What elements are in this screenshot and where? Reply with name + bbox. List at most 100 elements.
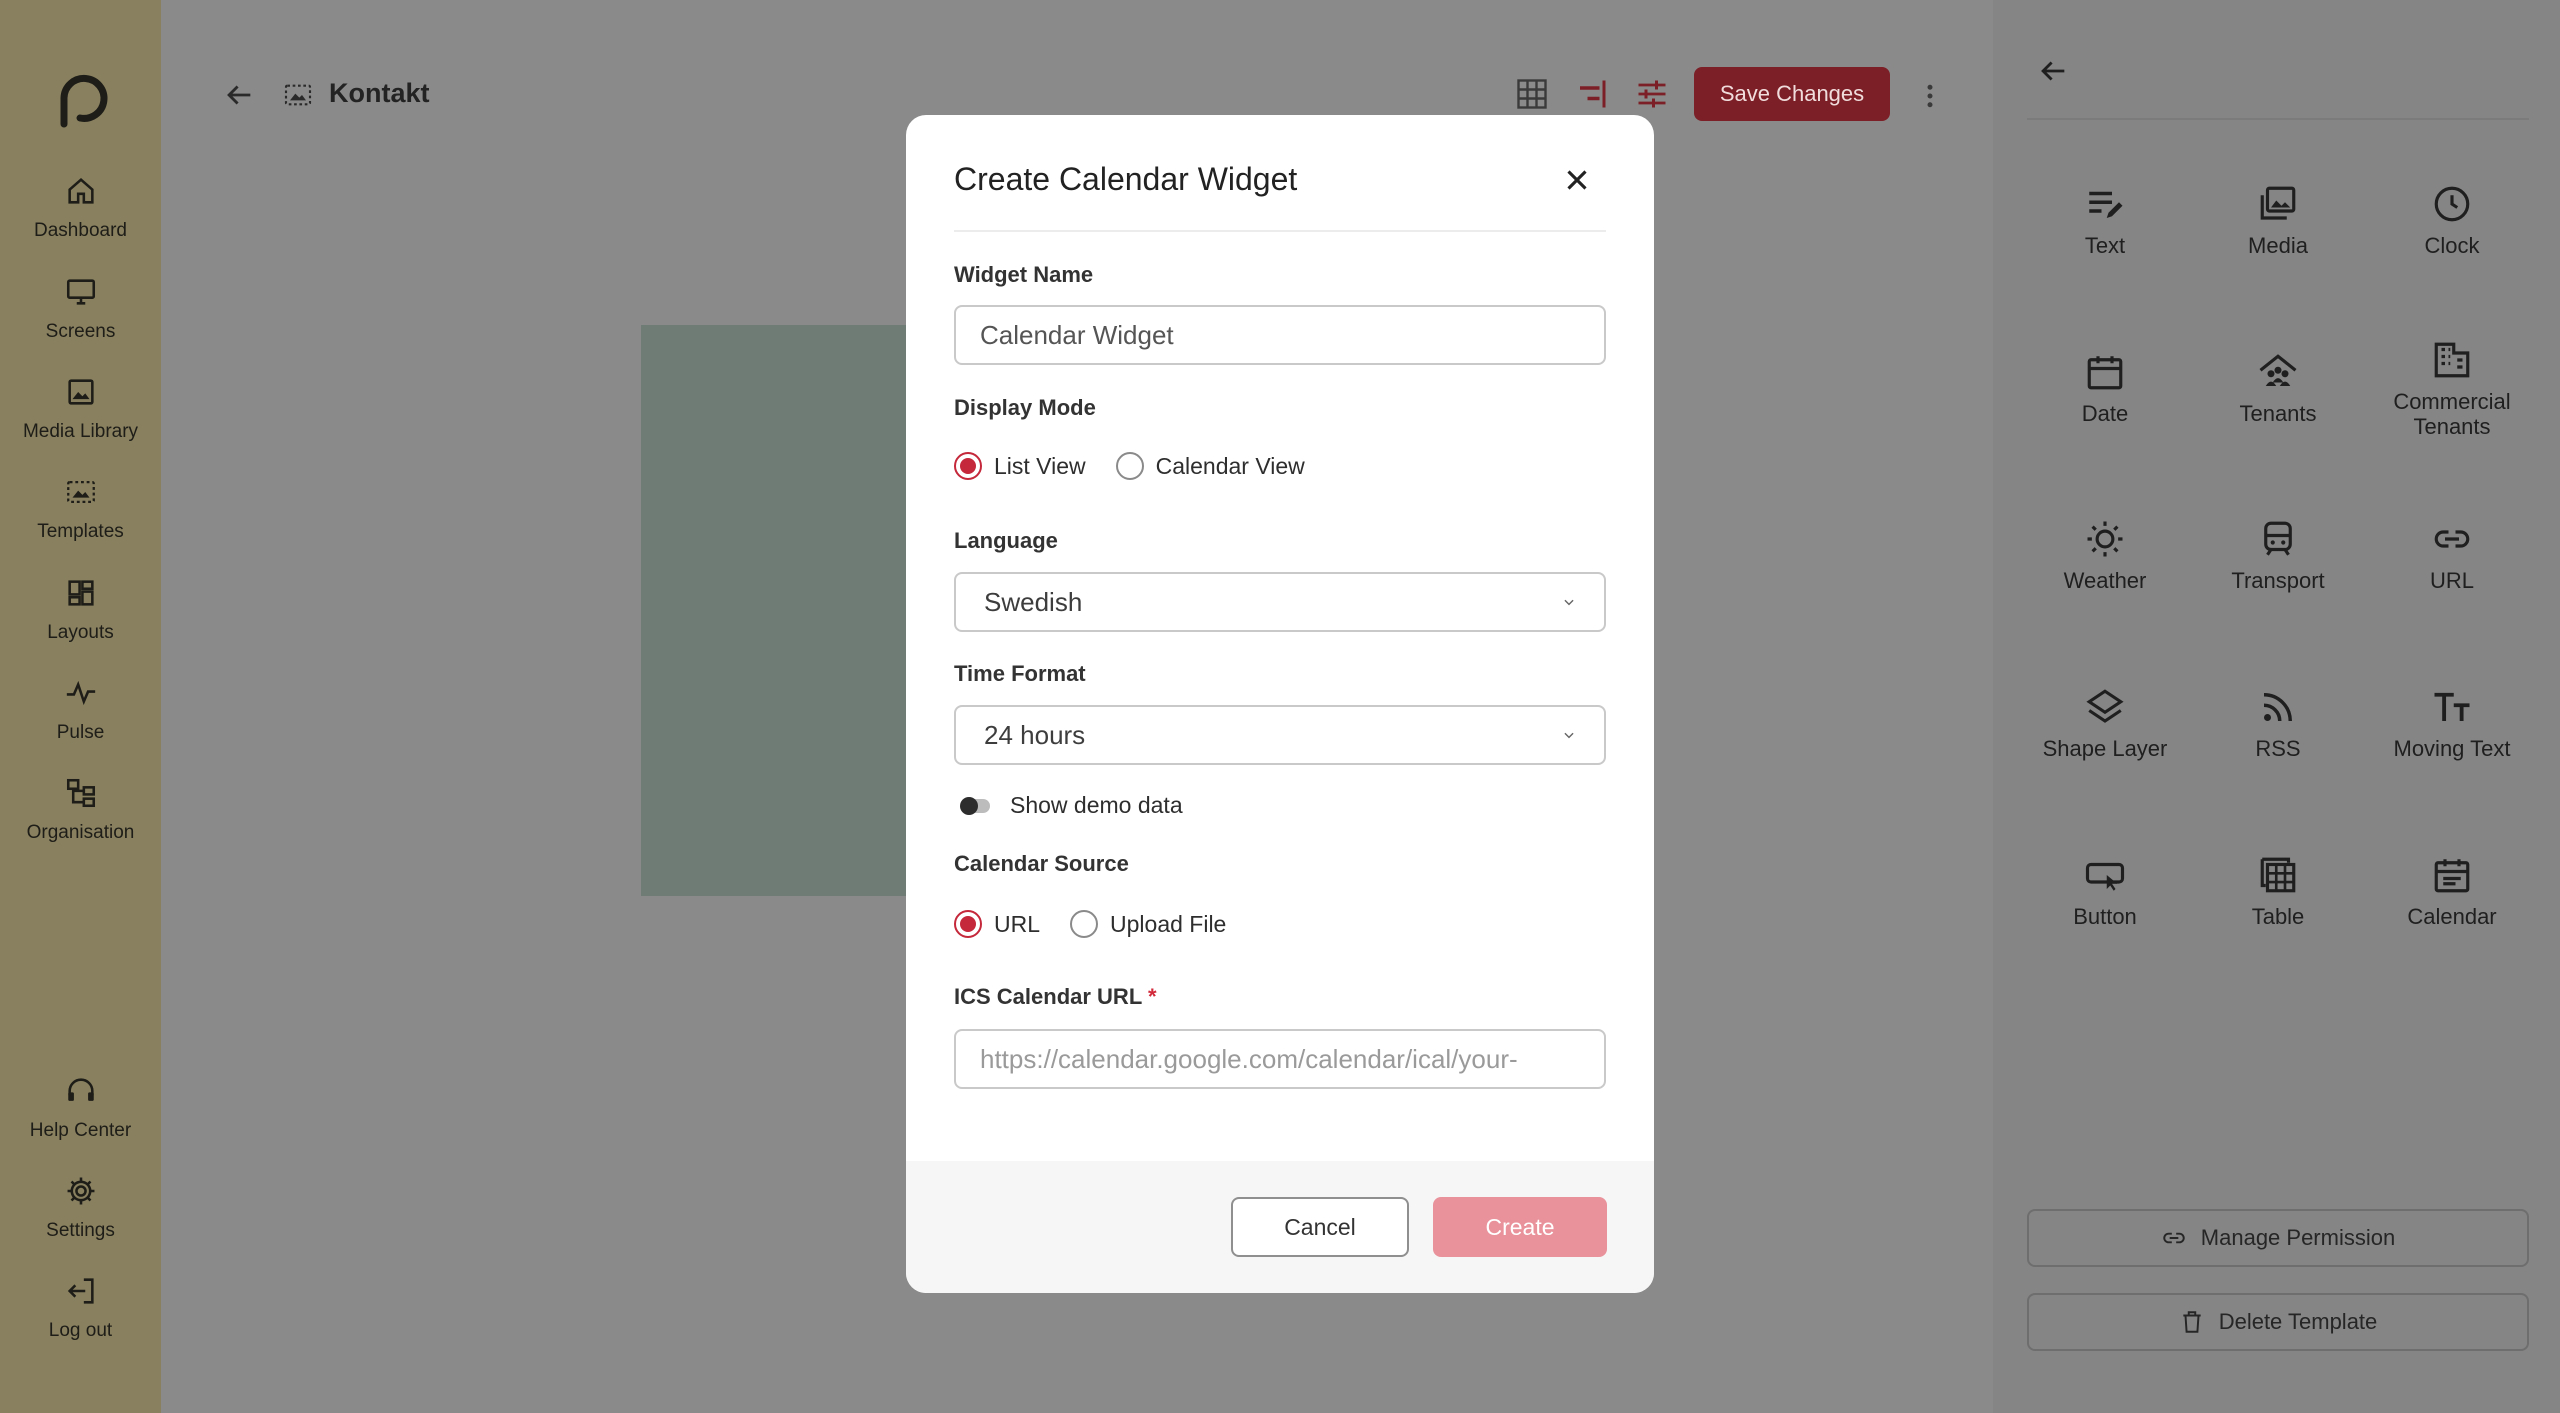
widget-label: RSS	[2255, 736, 2301, 761]
sliders-icon[interactable]	[1634, 76, 1670, 112]
sun-icon	[2087, 521, 2123, 557]
sidebar-item-label: Log out	[48, 1320, 113, 1341]
rss-icon	[2263, 693, 2292, 722]
show-demo-data-row: Show demo data	[960, 792, 1183, 819]
widget-button[interactable]: Button	[2020, 854, 2190, 929]
create-calendar-widget-dialog: Create Calendar Widget Widget Name Displ…	[906, 115, 1654, 1293]
widget-url[interactable]: URL	[2367, 518, 2537, 593]
cancel-button[interactable]: Cancel	[1231, 1197, 1409, 1257]
sidebar-item-dashboard[interactable]: Dashboard	[0, 174, 161, 242]
sidebar-item-media-library[interactable]: Media Library	[0, 375, 161, 443]
widget-name-input[interactable]	[954, 305, 1606, 365]
sidebar-item-screens[interactable]: Screens	[0, 275, 161, 343]
save-changes-button[interactable]: Save Changes	[1694, 67, 1890, 121]
link-icon	[2434, 530, 2470, 548]
widget-tenants[interactable]: Tenants	[2193, 351, 2363, 426]
calendar-icon	[2434, 859, 2470, 893]
sidebar-item-help-center[interactable]: Help Center	[0, 1074, 161, 1142]
chevron-down-icon	[1564, 732, 1574, 739]
building-icon	[2434, 342, 2470, 378]
sidebar-item-layouts[interactable]: Layouts	[0, 576, 161, 644]
chevron-down-icon	[1564, 599, 1574, 606]
widget-media[interactable]: Media	[2193, 183, 2363, 258]
dialog-divider	[954, 230, 1606, 232]
button-icon	[2085, 862, 2125, 891]
widget-rss[interactable]: RSS	[2193, 686, 2363, 761]
align-right-icon[interactable]	[1574, 76, 1610, 112]
back-arrow-icon[interactable]	[222, 78, 256, 112]
radio-label: URL	[994, 910, 1041, 937]
sidebar-item-label: Media Library	[22, 421, 139, 442]
widget-label: Table	[2251, 904, 2305, 929]
text-size-icon	[2434, 692, 2470, 721]
sidebar-item-label: Dashboard	[34, 220, 127, 241]
delete-template-button[interactable]: Delete Template	[2027, 1293, 2529, 1351]
widget-label: Button	[2073, 904, 2137, 929]
more-options-icon[interactable]	[1915, 78, 1945, 114]
language-select[interactable]: Swedish	[954, 572, 1606, 632]
template-canvas[interactable]	[641, 325, 911, 896]
widget-date[interactable]: Date	[2020, 351, 2190, 426]
create-button[interactable]: Create	[1433, 1197, 1607, 1257]
widget-weather[interactable]: Weather	[2020, 518, 2190, 593]
time-format-label: Time Format	[954, 661, 1086, 686]
close-icon[interactable]	[1560, 163, 1594, 197]
display-mode-calendar-view[interactable]: Calendar View	[1115, 452, 1305, 480]
widget-label: Shape Layer	[2042, 736, 2168, 761]
language-value: Swedish	[984, 586, 1083, 617]
radio-unchecked[interactable]	[1070, 910, 1099, 938]
radio-label: Upload File	[1110, 910, 1227, 937]
radio-checked[interactable]	[954, 910, 982, 938]
brand-logo[interactable]	[50, 68, 110, 132]
widget-label: Date	[2081, 401, 2129, 426]
widget-transport[interactable]: Transport	[2193, 518, 2363, 593]
display-mode-list-view[interactable]: List View	[954, 452, 1086, 480]
manage-permission-button[interactable]: Manage Permission	[2027, 1209, 2529, 1267]
widget-text[interactable]: Text	[2020, 183, 2190, 258]
widget-shape-layer[interactable]: Shape Layer	[2020, 686, 2190, 761]
widget-label: Transport	[2231, 568, 2325, 593]
ics-url-input[interactable]	[954, 1029, 1606, 1089]
ics-url-label: ICS Calendar URL *	[954, 984, 1157, 1010]
logout-icon	[67, 1278, 94, 1304]
widget-clock[interactable]: Clock	[2367, 183, 2537, 258]
sidebar-item-pulse[interactable]: Pulse	[0, 676, 161, 744]
calendar-source-url[interactable]: URL	[954, 910, 1040, 938]
radio-label: List View	[994, 452, 1086, 479]
widget-label: Text	[2084, 233, 2126, 258]
calendar-date-icon	[2087, 356, 2123, 390]
time-format-select[interactable]: 24 hours	[954, 705, 1606, 765]
widget-label: Clock	[2424, 233, 2480, 258]
widget-moving-text[interactable]: Moving Text	[2367, 686, 2537, 761]
widget-label: Media	[2248, 233, 2308, 258]
sidebar-item-label: Pulse	[56, 722, 105, 743]
panel-divider	[2027, 118, 2529, 120]
sidebar-item-label: Help Center	[29, 1120, 132, 1141]
radio-unchecked[interactable]	[1115, 452, 1144, 480]
sidebar: Dashboard Screens Media Library Template…	[0, 0, 161, 1413]
table-icon	[2260, 857, 2296, 893]
sidebar-item-organisation[interactable]: Organisation	[0, 776, 161, 844]
sidebar-item-settings[interactable]: Settings	[0, 1174, 161, 1242]
sidebar-item-label: Organisation	[26, 822, 135, 843]
show-demo-data-label: Show demo data	[1010, 792, 1183, 818]
widget-table[interactable]: Table	[2193, 854, 2363, 929]
image-icon	[67, 379, 94, 405]
grid-icon[interactable]	[1514, 76, 1550, 112]
sidebar-item-label: Templates	[37, 521, 124, 542]
calendar-source-upload-file[interactable]: Upload File	[1070, 910, 1226, 938]
widget-label: Moving Text	[2393, 736, 2511, 761]
dialog-title: Create Calendar Widget	[954, 161, 1298, 197]
show-demo-data-toggle[interactable]	[960, 796, 990, 815]
panel-back-icon[interactable]	[2036, 54, 2070, 88]
radio-checked[interactable]	[954, 452, 982, 480]
widget-calendar[interactable]: Calendar	[2367, 854, 2537, 929]
widget-label: URL	[2429, 568, 2474, 593]
sidebar-item-templates[interactable]: Templates	[0, 475, 161, 543]
layers-icon	[2086, 689, 2124, 723]
sidebar-item-logout[interactable]: Log out	[0, 1274, 161, 1342]
text-edit-icon	[2089, 191, 2123, 218]
layout-grid-icon	[67, 580, 94, 606]
trash-icon	[2183, 1311, 2201, 1333]
widget-commercial-tenants[interactable]: Commercial Tenants	[2367, 339, 2537, 439]
